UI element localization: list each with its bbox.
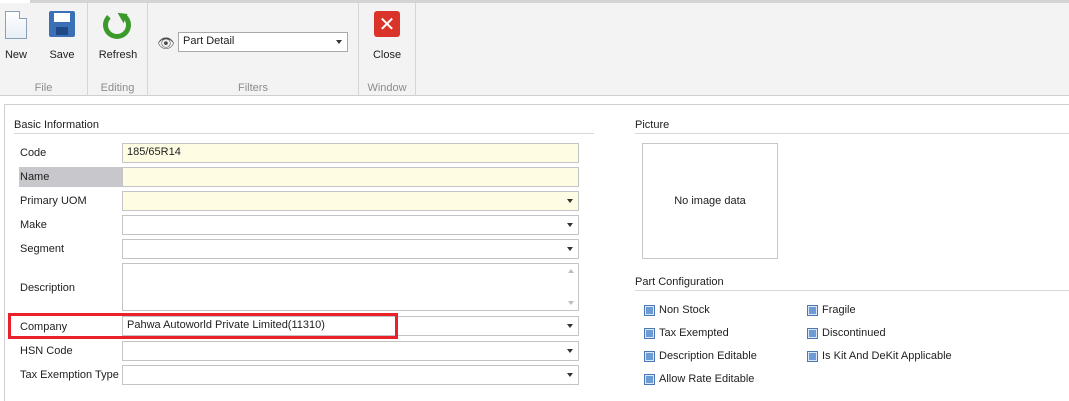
chevron-down-icon bbox=[567, 349, 573, 353]
ribbon: New Save File Refresh Editing Filters 👁 … bbox=[0, 0, 1069, 96]
picture-placeholder: No image data bbox=[674, 195, 746, 207]
scroll-down-icon[interactable] bbox=[568, 301, 574, 305]
description-textarea[interactable] bbox=[122, 263, 579, 311]
close-icon: ✕ bbox=[372, 11, 402, 41]
fragile-label: Fragile bbox=[822, 304, 856, 316]
refresh-button-label: Refresh bbox=[98, 49, 138, 61]
ribbon-group-editing: Refresh Editing bbox=[88, 3, 148, 96]
refresh-button[interactable]: Refresh bbox=[94, 9, 142, 65]
tax-exemption-type-label: Tax Exemption Type bbox=[20, 369, 119, 381]
allow-rate-editable-label: Allow Rate Editable bbox=[659, 373, 755, 385]
scroll-up-icon[interactable] bbox=[568, 269, 574, 273]
hsn-code-select[interactable] bbox=[122, 341, 579, 361]
ribbon-group-file: New Save File bbox=[0, 3, 88, 96]
group-caption-editing: Editing bbox=[100, 82, 135, 94]
checkbox-icon bbox=[807, 351, 818, 362]
close-button-label: Close bbox=[372, 49, 402, 61]
make-select[interactable] bbox=[122, 215, 579, 235]
discontinued-label: Discontinued bbox=[822, 327, 886, 339]
chevron-down-icon bbox=[567, 373, 573, 377]
segment-label: Segment bbox=[20, 243, 65, 255]
filter-select-value: Part Detail bbox=[183, 35, 235, 47]
checkbox-icon bbox=[644, 305, 655, 316]
checkbox-icon bbox=[807, 305, 818, 316]
section-title-part-config: Part Configuration bbox=[635, 276, 724, 288]
description-label: Description bbox=[20, 282, 76, 294]
section-divider bbox=[635, 133, 1069, 134]
checkbox-icon bbox=[644, 328, 655, 339]
group-caption-window: Window bbox=[367, 82, 407, 94]
new-button-label: New bbox=[4, 49, 27, 61]
code-field[interactable]: 185/65R14 bbox=[122, 143, 579, 163]
section-title-picture: Picture bbox=[635, 119, 670, 131]
save-icon bbox=[47, 11, 77, 41]
checkbox-icon bbox=[644, 374, 655, 385]
chevron-down-icon bbox=[567, 223, 573, 227]
primary-uom-label: Primary UOM bbox=[20, 195, 87, 207]
code-label: Code bbox=[20, 147, 47, 159]
non-stock-label: Non Stock bbox=[659, 304, 710, 316]
name-field[interactable] bbox=[122, 167, 579, 187]
kit-dekit-label: Is Kit And DeKit Applicable bbox=[822, 350, 952, 362]
segment-select[interactable] bbox=[122, 239, 579, 259]
chevron-down-icon bbox=[336, 40, 342, 44]
chevron-down-icon bbox=[567, 324, 573, 328]
group-caption-filters: Filters bbox=[238, 82, 268, 94]
tax-exempted-label: Tax Exempted bbox=[659, 327, 729, 339]
company-highlight-box bbox=[8, 313, 398, 339]
section-divider bbox=[635, 290, 1069, 291]
primary-uom-select[interactable] bbox=[122, 191, 579, 211]
group-caption-file: File bbox=[34, 82, 53, 94]
description-editable-label: Description Editable bbox=[659, 350, 757, 362]
save-button-label: Save bbox=[49, 49, 75, 61]
hsn-code-label: HSN Code bbox=[20, 345, 73, 357]
make-label: Make bbox=[20, 219, 47, 231]
filter-select[interactable]: Part Detail bbox=[178, 32, 348, 52]
new-document-icon bbox=[1, 11, 31, 41]
name-label: Name bbox=[20, 171, 50, 183]
chevron-down-icon bbox=[567, 247, 573, 251]
checkbox-icon bbox=[644, 351, 655, 362]
eye-icon: 👁 bbox=[157, 36, 175, 52]
code-value: 185/65R14 bbox=[127, 146, 181, 158]
close-button[interactable]: ✕ Close bbox=[365, 9, 409, 65]
section-divider bbox=[14, 133, 594, 134]
chevron-down-icon bbox=[567, 199, 573, 203]
section-title-basic-info: Basic Information bbox=[14, 119, 99, 131]
new-button[interactable]: New bbox=[0, 9, 38, 65]
tax-exemption-type-select[interactable] bbox=[122, 365, 579, 385]
picture-box[interactable]: No image data bbox=[642, 143, 778, 259]
ribbon-group-window: ✕ Close Window bbox=[359, 3, 416, 96]
save-button[interactable]: Save bbox=[40, 9, 84, 65]
refresh-icon bbox=[103, 11, 133, 41]
checkbox-icon bbox=[807, 328, 818, 339]
